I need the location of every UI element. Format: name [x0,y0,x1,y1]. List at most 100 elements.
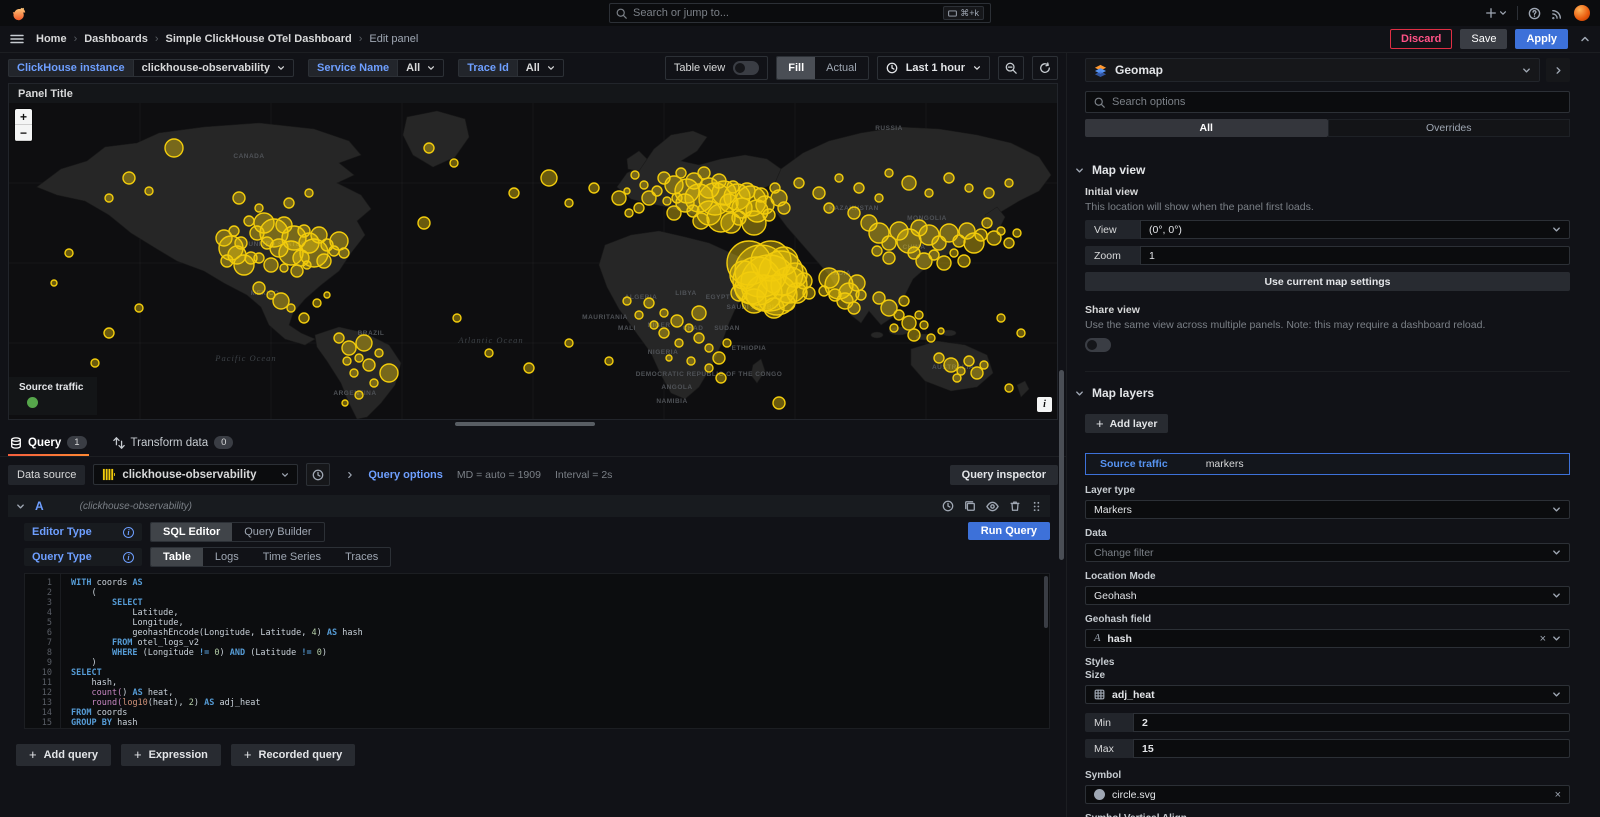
save-button[interactable]: Save [1460,29,1507,49]
map-marker [541,170,557,186]
query-builder-option[interactable]: Query Builder [232,523,323,541]
breadcrumb-dashboards[interactable]: Dashboards [84,33,148,45]
map-layers-section-header[interactable]: Map layers [1075,386,1570,400]
chevron-down-icon [277,64,285,72]
refresh-icon [1039,62,1051,74]
map-zoom-in-button[interactable]: + [15,109,32,125]
table-view-toggle[interactable]: Table view [665,56,768,80]
view-field-select[interactable]: (0°, 0°) [1140,220,1570,239]
layer-type-select[interactable]: Markers [1085,500,1570,519]
add-recorded-query-button[interactable]: +Recorded query [231,744,355,766]
share-view-switch[interactable] [1085,338,1111,352]
map-marker [450,159,458,167]
query-history-icon[interactable] [942,500,954,512]
query-inspector-button[interactable]: Query inspector [950,465,1058,485]
collapse-options-icon[interactable] [1580,34,1590,44]
add-layer-button[interactable]: +Add layer [1085,414,1168,433]
code-editor-scrollbar[interactable] [1044,576,1048,628]
actual-option[interactable]: Actual [815,57,868,79]
map-marker [698,167,710,179]
variable-service-name: Service Name All [308,59,444,77]
edit-pane-scrollbar[interactable] [1059,370,1064,560]
menu-toggle-icon[interactable] [10,32,24,46]
zoom-field-label: Zoom [1085,246,1140,265]
help-icon [1528,7,1541,20]
traces-option[interactable]: Traces [333,548,390,566]
chevron-down-icon [1552,690,1561,699]
map-zoom-out-button[interactable]: − [15,125,32,141]
variable-value-dropdown[interactable]: All [517,59,564,77]
data-filter-select[interactable]: Change filter [1085,543,1570,562]
query-options-toggle[interactable]: Query options [368,469,443,481]
map-marker [660,309,668,317]
apply-button[interactable]: Apply [1515,29,1568,49]
datasource-picker[interactable]: clickhouse-observability [93,464,298,485]
zoom-field-input[interactable]: 1 [1140,246,1570,265]
use-current-map-settings-button[interactable]: Use current map settings [1085,272,1570,291]
refresh-button[interactable] [1032,56,1058,80]
query-header[interactable]: A (clickhouse-observability) [8,495,1050,517]
new-menu-button[interactable] [1485,7,1507,19]
help-button[interactable] [1528,7,1541,20]
add-expression-button[interactable]: +Expression [121,744,221,766]
map-attribution-button[interactable]: i [1037,397,1052,412]
map-marker [958,255,970,267]
time-series-option[interactable]: Time Series [251,548,333,566]
max-field-input[interactable]: 15 [1133,739,1570,758]
datasource-help-button[interactable] [306,463,330,486]
tab-transform-data[interactable]: Transform data 0 [111,430,236,456]
breadcrumb: Home › Dashboards › Simple ClickHouse OT… [36,33,418,45]
clear-icon[interactable]: × [1540,633,1546,645]
chevron-down-icon[interactable] [16,502,25,511]
map-marker [770,183,780,193]
table-view-label: Table view [674,62,725,74]
user-avatar[interactable] [1574,5,1590,21]
tab-all[interactable]: All [1085,119,1328,137]
chevron-right-icon[interactable] [346,471,354,479]
panel-header[interactable]: Panel Title [9,84,1057,103]
sql-code-content[interactable]: WITH coords AS ( SELECT Latitude, Longit… [61,574,363,728]
add-query-button[interactable]: +Add query [16,744,111,766]
min-field-input[interactable]: 2 [1133,713,1570,732]
variable-value-dropdown[interactable]: clickhouse-observability [133,59,294,77]
hide-response-icon[interactable] [986,500,999,513]
breadcrumb-home[interactable]: Home [36,33,67,45]
sql-code-editor[interactable]: 123456789101112131415 WITH coords AS ( S… [24,573,1050,729]
pane-resize-handle[interactable] [0,420,1066,427]
news-button[interactable] [1551,7,1564,20]
table-option[interactable]: Table [151,548,203,566]
zoom-out-time-button[interactable] [998,56,1024,80]
visualization-picker[interactable]: Geomap [1085,58,1540,82]
geohash-field-select[interactable]: A hash × [1085,629,1570,648]
fill-option[interactable]: Fill [777,57,815,79]
map-marker [778,202,790,214]
map-marker [261,237,273,249]
breadcrumb-dashboard-name[interactable]: Simple ClickHouse OTel Dashboard [165,33,351,45]
size-field-select[interactable]: adj_heat [1085,685,1570,704]
variable-value-dropdown[interactable]: All [397,59,444,77]
symbol-select[interactable]: circle.svg × [1085,785,1570,804]
time-range-picker[interactable]: Last 1 hour [877,56,990,80]
grafana-logo[interactable] [10,5,27,22]
sql-editor-option[interactable]: SQL Editor [151,523,232,541]
geomap-canvas[interactable]: + − [9,103,1057,419]
tab-overrides[interactable]: Overrides [1328,119,1571,137]
symbol-label: Symbol [1085,770,1570,781]
clear-icon[interactable]: × [1555,789,1561,801]
duplicate-query-icon[interactable] [964,500,976,512]
table-view-switch[interactable] [733,61,759,75]
variable-label: Trace Id [458,59,517,77]
location-mode-select[interactable]: Geohash [1085,586,1570,605]
tab-query[interactable]: Query 1 [8,430,89,456]
collapse-sidebar-button[interactable] [1546,58,1570,82]
geomap-panel[interactable]: Panel Title + − [8,83,1058,420]
drag-handle-icon[interactable] [1031,501,1042,512]
discard-button[interactable]: Discard [1390,29,1452,49]
layer-item-source-traffic[interactable]: Source traffic markers [1085,453,1570,475]
map-view-section-header[interactable]: Map view [1075,163,1570,177]
delete-query-icon[interactable] [1009,500,1021,512]
run-query-button[interactable]: Run Query [968,522,1050,540]
logs-option[interactable]: Logs [203,548,251,566]
global-search-input[interactable]: Search or jump to... ⌘+k [609,3,991,23]
options-search-input[interactable]: Search options [1085,91,1570,113]
